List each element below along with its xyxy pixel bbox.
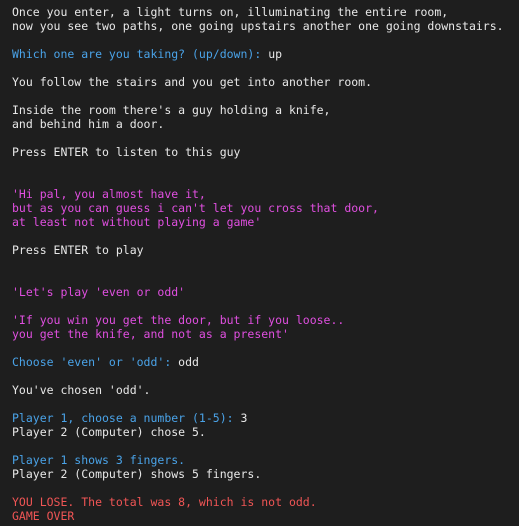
player1-prompt-line: Player 1, choose a number (1-5): 3 [12,411,507,425]
chosen-line: You've chosen 'odd'. [12,383,151,397]
lose-message: YOU LOSE. The total was 8, which is not … [12,495,317,509]
choice-answer: odd [178,355,199,369]
player1-prompt: Player 1, choose a number (1-5): [12,411,241,425]
path-prompt-line: Which one are you taking? (up/down): up [12,47,507,61]
terminal-output[interactable]: Once you enter, a light turns on, illumi… [0,0,519,526]
guy-dialogue-line-1: 'Hi pal, you almost have it, [12,187,206,201]
path-answer: up [268,47,283,61]
choice-prompt-line: Choose 'even' or 'odd': odd [12,355,507,369]
path-prompt: Which one are you taking? (up/down): [12,47,269,61]
player1-answer: 3 [240,411,248,425]
follow-stairs-line: You follow the stairs and you get into a… [12,75,373,89]
press-enter-listen: Press ENTER to listen to this guy [12,145,241,159]
rules-line-1: 'If you win you get the door, but if you… [12,313,345,327]
intro-line-1: Once you enter, a light turns on, illumi… [12,5,449,19]
player1-shows-line: Player 1 shows 3 fingers. [12,453,186,467]
player2-shows-line: Player 2 (Computer) shows 5 fingers. [12,467,262,481]
room-desc-line-1: Inside the room there's a guy holding a … [12,103,331,117]
intro-line-2: now you see two paths, one going upstair… [12,19,504,33]
press-enter-play: Press ENTER to play [12,243,144,257]
choice-prompt: Choose 'even' or 'odd': [12,355,179,369]
lets-play-line: 'Let's play 'even or odd' [12,285,186,299]
room-desc-line-2: and behind him a door. [12,117,165,131]
player2-chose-line: Player 2 (Computer) chose 5. [12,425,206,439]
guy-dialogue-line-2: but as you can guess i can't let you cro… [12,201,379,215]
rules-line-2: you get the knife, and not as a present' [12,327,289,341]
guy-dialogue-line-3: at least not without playing a game' [12,215,262,229]
game-over-message: GAME OVER [12,509,75,523]
